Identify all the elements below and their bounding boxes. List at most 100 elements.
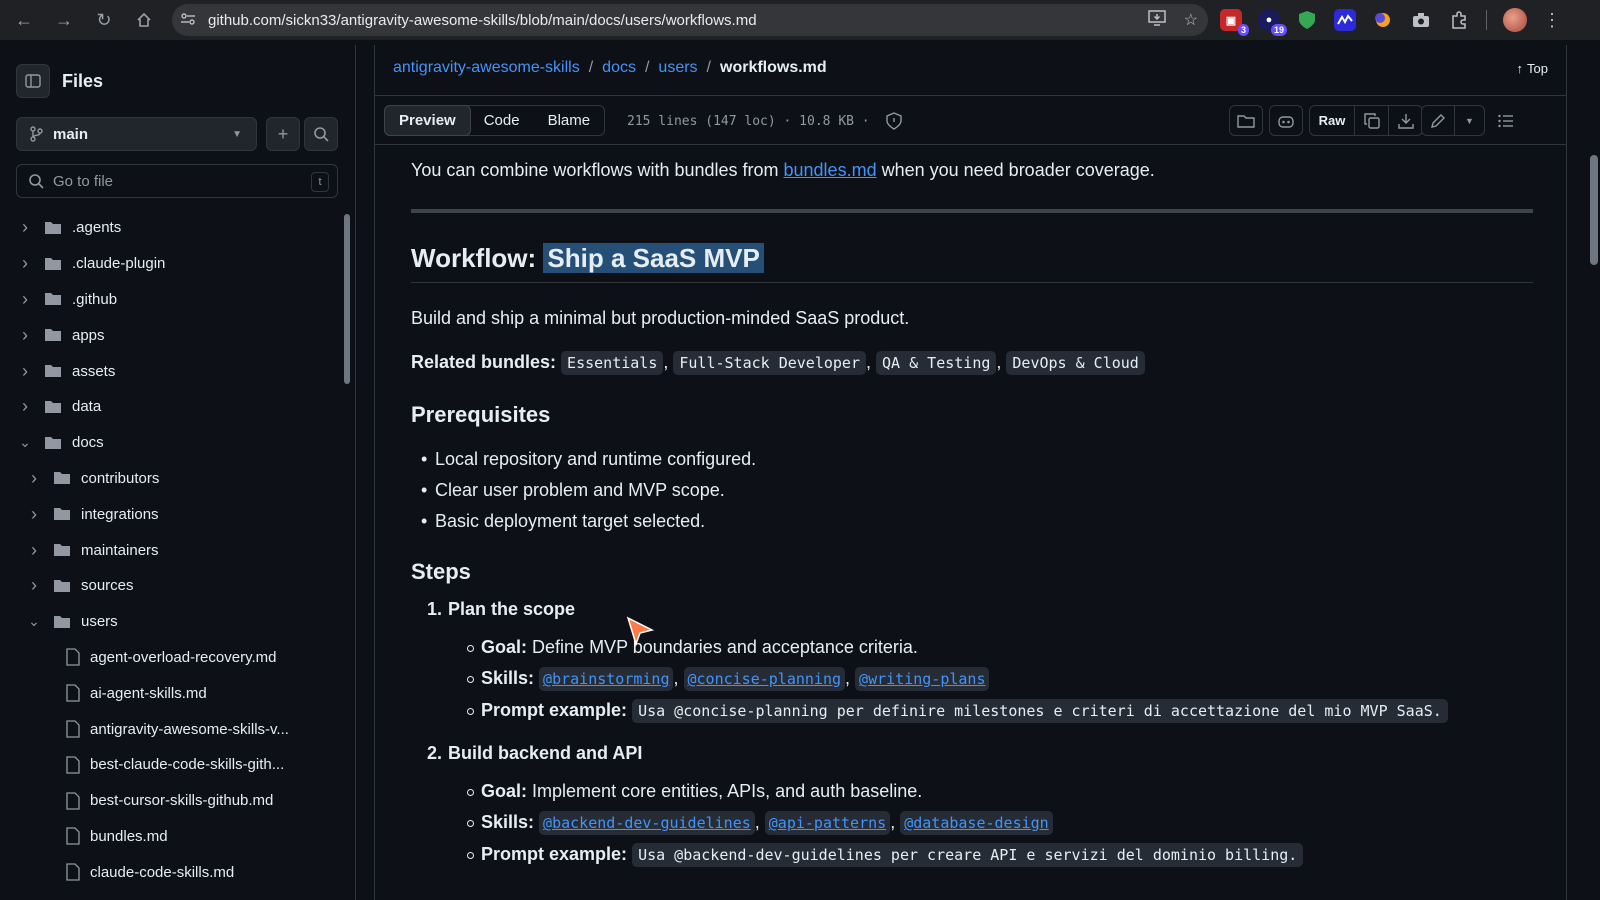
tree-file[interactable]: agent-overload-recovery.md: [0, 640, 338, 676]
chevron-right-icon[interactable]: ›: [27, 540, 41, 561]
copilot-button[interactable]: [1269, 105, 1303, 136]
tree-folder[interactable]: ⌄ users: [0, 604, 338, 640]
search-icon: [29, 174, 44, 189]
copy-raw-button[interactable]: [1355, 105, 1389, 136]
folder-open-icon: [45, 436, 61, 449]
download-button[interactable]: [1389, 105, 1423, 136]
view-mode-tabs: Preview Code Blame: [384, 105, 606, 136]
tree-folder[interactable]: › assets: [0, 353, 338, 389]
chevron-right-icon[interactable]: ›: [27, 575, 41, 596]
site-settings-icon[interactable]: [172, 12, 204, 29]
main-scrollbar[interactable]: [1590, 155, 1598, 265]
sidebar-scrollbar[interactable]: [342, 210, 352, 900]
tree-file[interactable]: bundles.md: [0, 819, 338, 855]
chevron-right-icon[interactable]: ›: [18, 325, 32, 346]
chevron-right-icon[interactable]: ›: [18, 289, 32, 310]
chevron-right-icon[interactable]: ›: [27, 504, 41, 525]
skill-link[interactable]: @brainstorming: [539, 667, 674, 691]
tree-folder[interactable]: › .github: [0, 282, 338, 318]
top-button[interactable]: ↑ Top: [1517, 61, 1548, 76]
folder-icon: [54, 579, 70, 592]
chevron-right-icon[interactable]: ›: [18, 361, 32, 382]
tab-blame[interactable]: Blame: [534, 106, 605, 135]
collapse-sidebar-icon[interactable]: [16, 64, 50, 98]
step-skills: Skills: @brainstorming, @concise-plannin…: [467, 663, 1533, 695]
back-icon[interactable]: ←: [4, 0, 44, 40]
address-bar[interactable]: github.com/sickn33/antigravity-awesome-s…: [172, 4, 1208, 36]
install-app-icon[interactable]: [1147, 9, 1166, 31]
tab-preview[interactable]: Preview: [384, 105, 471, 136]
chevron-down-icon[interactable]: ⌄: [27, 613, 41, 630]
chevron-right-icon[interactable]: ›: [27, 468, 41, 489]
tree-folder[interactable]: › contributors: [0, 461, 338, 497]
arrow-up-icon: ↑: [1516, 61, 1524, 76]
camera-extension-icon[interactable]: [1410, 9, 1432, 31]
breadcrumb-current-file: workflows.md: [720, 59, 827, 76]
tree-file[interactable]: best-cursor-skills-github.md: [0, 783, 338, 819]
extension-purple-icon[interactable]: ● 19: [1258, 9, 1287, 36]
profile-avatar[interactable]: [1503, 8, 1527, 32]
step-item: 1. Plan the scope Goal: Define MVP boundar…: [427, 599, 1533, 727]
shield-extension-icon[interactable]: [1296, 9, 1318, 31]
shield-icon[interactable]: [885, 112, 902, 130]
tree-folder[interactable]: › data: [0, 389, 338, 425]
bundles-link[interactable]: bundles.md: [784, 160, 877, 180]
tree-file[interactable]: ai-agent-skills.md: [0, 675, 338, 711]
extension-red-icon[interactable]: ▣ 3: [1220, 9, 1249, 36]
chevron-right-icon[interactable]: ›: [18, 253, 32, 274]
search-button[interactable]: [304, 117, 338, 151]
chevron-right-icon[interactable]: ›: [18, 396, 32, 417]
prompt-code: Usa @concise-planning per definire miles…: [632, 699, 1448, 723]
reload-icon[interactable]: ↻: [84, 0, 124, 40]
tree-folder[interactable]: › sources: [0, 568, 338, 604]
puzzle-extensions-icon[interactable]: [1448, 9, 1470, 31]
outline-button[interactable]: [1489, 105, 1523, 136]
fox-extension-icon[interactable]: [1372, 9, 1394, 31]
tree-folder[interactable]: › maintainers: [0, 532, 338, 568]
tree-item-label: antigravity-awesome-skills-v...: [90, 720, 289, 738]
bookmark-star-icon[interactable]: ☆: [1184, 10, 1198, 30]
prompt-label: Prompt example:: [481, 700, 628, 720]
branch-selector[interactable]: main ▼: [16, 117, 257, 151]
tree-item-label: bundles.md: [90, 827, 168, 845]
breadcrumb-users-link[interactable]: users: [658, 59, 697, 77]
step-title: Build backend and API: [448, 743, 643, 763]
browser-menu-icon[interactable]: ⋮: [1543, 10, 1561, 31]
download-icon: [1397, 113, 1414, 129]
chevron-down-icon[interactable]: ⌄: [18, 434, 32, 451]
browser-toolbar: ← → ↻ github.com/sickn33/antigravity-awe…: [0, 0, 1600, 40]
tree-file[interactable]: best-claude-code-skills-gith...: [0, 747, 338, 783]
tree-item-label: ai-agent-skills.md: [90, 684, 207, 702]
tree-folder[interactable]: › .agents: [0, 210, 338, 246]
breadcrumb-docs-link[interactable]: docs: [602, 59, 636, 77]
tree-folder[interactable]: ⌄ docs: [0, 425, 338, 461]
skill-link[interactable]: @database-design: [900, 811, 1053, 835]
tab-code[interactable]: Code: [470, 106, 534, 135]
steps-list: 1. Plan the scope Goal: Define MVP boundar…: [411, 599, 1533, 871]
folder-icon: [45, 221, 61, 234]
tree-file[interactable]: antigravity-awesome-skills-v...: [0, 711, 338, 747]
breadcrumb-repo-link[interactable]: antigravity-awesome-skills: [393, 59, 580, 77]
skill-link[interactable]: @backend-dev-guidelines: [539, 811, 755, 835]
raw-button[interactable]: Raw: [1309, 105, 1355, 136]
file-tree: › .agents › .claude-plugin › .github › apps › ass…: [0, 210, 338, 890]
skill-link[interactable]: @api-patterns: [764, 811, 891, 835]
chart-extension-icon[interactable]: [1334, 9, 1356, 31]
chevron-down-icon: ▼: [232, 128, 242, 140]
open-folder-button[interactable]: [1229, 105, 1263, 136]
chevron-right-icon[interactable]: ›: [18, 217, 32, 238]
edit-button[interactable]: [1421, 105, 1455, 136]
tree-folder[interactable]: › integrations: [0, 496, 338, 532]
skill-link[interactable]: @writing-plans: [855, 667, 990, 691]
tree-folder[interactable]: › .claude-plugin: [0, 246, 338, 282]
home-icon[interactable]: [124, 0, 164, 40]
tree-file[interactable]: claude-code-skills.md: [0, 854, 338, 890]
skill-link[interactable]: @concise-planning: [683, 667, 846, 691]
tree-folder[interactable]: › apps: [0, 317, 338, 353]
tree-item-label: best-cursor-skills-github.md: [90, 792, 274, 810]
go-to-file-input[interactable]: Go to file t: [16, 164, 338, 198]
edit-dropdown-button[interactable]: ▼: [1455, 105, 1485, 136]
url-text[interactable]: github.com/sickn33/antigravity-awesome-s…: [208, 12, 757, 29]
add-file-button[interactable]: +: [266, 117, 300, 151]
forward-icon[interactable]: →: [44, 0, 84, 40]
